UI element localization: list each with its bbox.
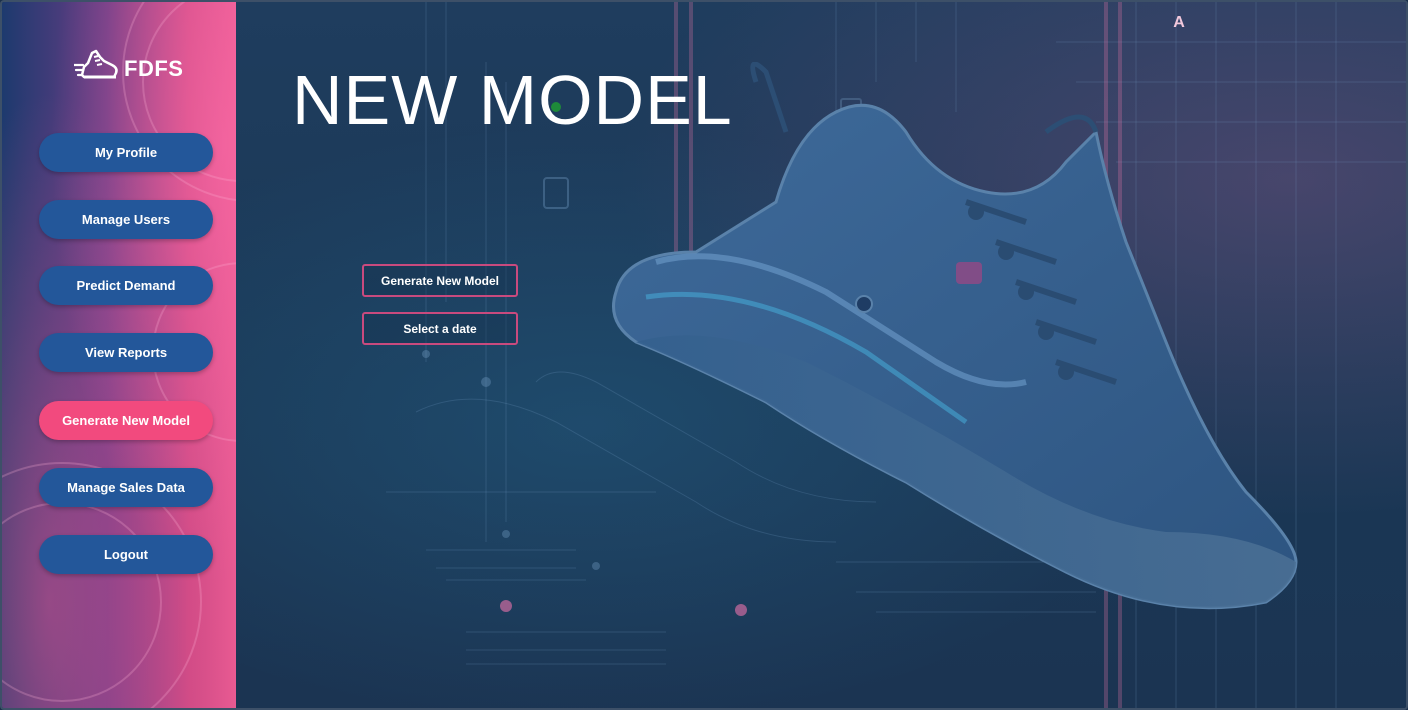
app-logo[interactable]: FDFS <box>74 42 183 88</box>
sidebar-item-view-reports[interactable]: View Reports <box>39 333 213 372</box>
logo-text: FDFS <box>124 56 184 81</box>
sidebar-item-manage-users[interactable]: Manage Users <box>39 200 213 239</box>
sidebar-item-logout[interactable]: Logout <box>39 535 213 574</box>
sidebar-item-manage-sales-data[interactable]: Manage Sales Data <box>39 468 213 507</box>
sidebar-item-predict-demand[interactable]: Predict Demand <box>39 266 213 305</box>
sneaker-illustration <box>612 62 1298 610</box>
sidebar: FDFS My Profile Manage Users Predict Dem… <box>2 2 236 708</box>
sidebar-item-generate-new-model[interactable]: Generate New Model <box>39 401 213 440</box>
app-window: FDFS My Profile Manage Users Predict Dem… <box>0 0 1408 710</box>
running-shoe-icon <box>74 49 118 79</box>
page-title: NEW MODEL <box>292 61 733 139</box>
status-dot <box>551 102 561 112</box>
avatar[interactable]: A <box>1170 14 1188 34</box>
select-date-button[interactable]: Select a date <box>362 312 518 345</box>
generate-new-model-button[interactable]: Generate New Model <box>362 264 518 297</box>
main-content: NEW MODEL A Generate New Model Select a … <box>236 2 1406 708</box>
sidebar-item-my-profile[interactable]: My Profile <box>39 133 213 172</box>
